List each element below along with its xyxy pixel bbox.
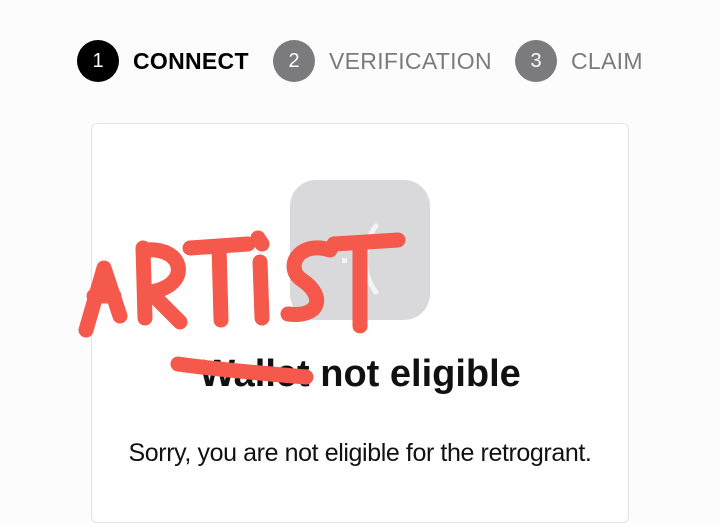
- step-label: VERIFICATION: [329, 47, 492, 74]
- step-claim: 3 CLAIM: [515, 40, 643, 82]
- step-connect: 1 CONNECT: [77, 40, 249, 82]
- card-title: Wallet not eligible: [0, 352, 720, 396]
- step-label: CONNECT: [133, 47, 249, 74]
- title-struck-word: Wallet: [199, 353, 310, 395]
- step-number: 2: [273, 40, 315, 82]
- sad-face-icon: [290, 180, 430, 320]
- step-number: 3: [515, 40, 557, 82]
- step-label: CLAIM: [571, 47, 643, 74]
- step-number: 1: [77, 40, 119, 82]
- ineligible-message: Sorry, you are not eligible for the retr…: [128, 439, 592, 467]
- title-rest: not eligible: [320, 353, 521, 395]
- step-verification: 2 VERIFICATION: [273, 40, 492, 82]
